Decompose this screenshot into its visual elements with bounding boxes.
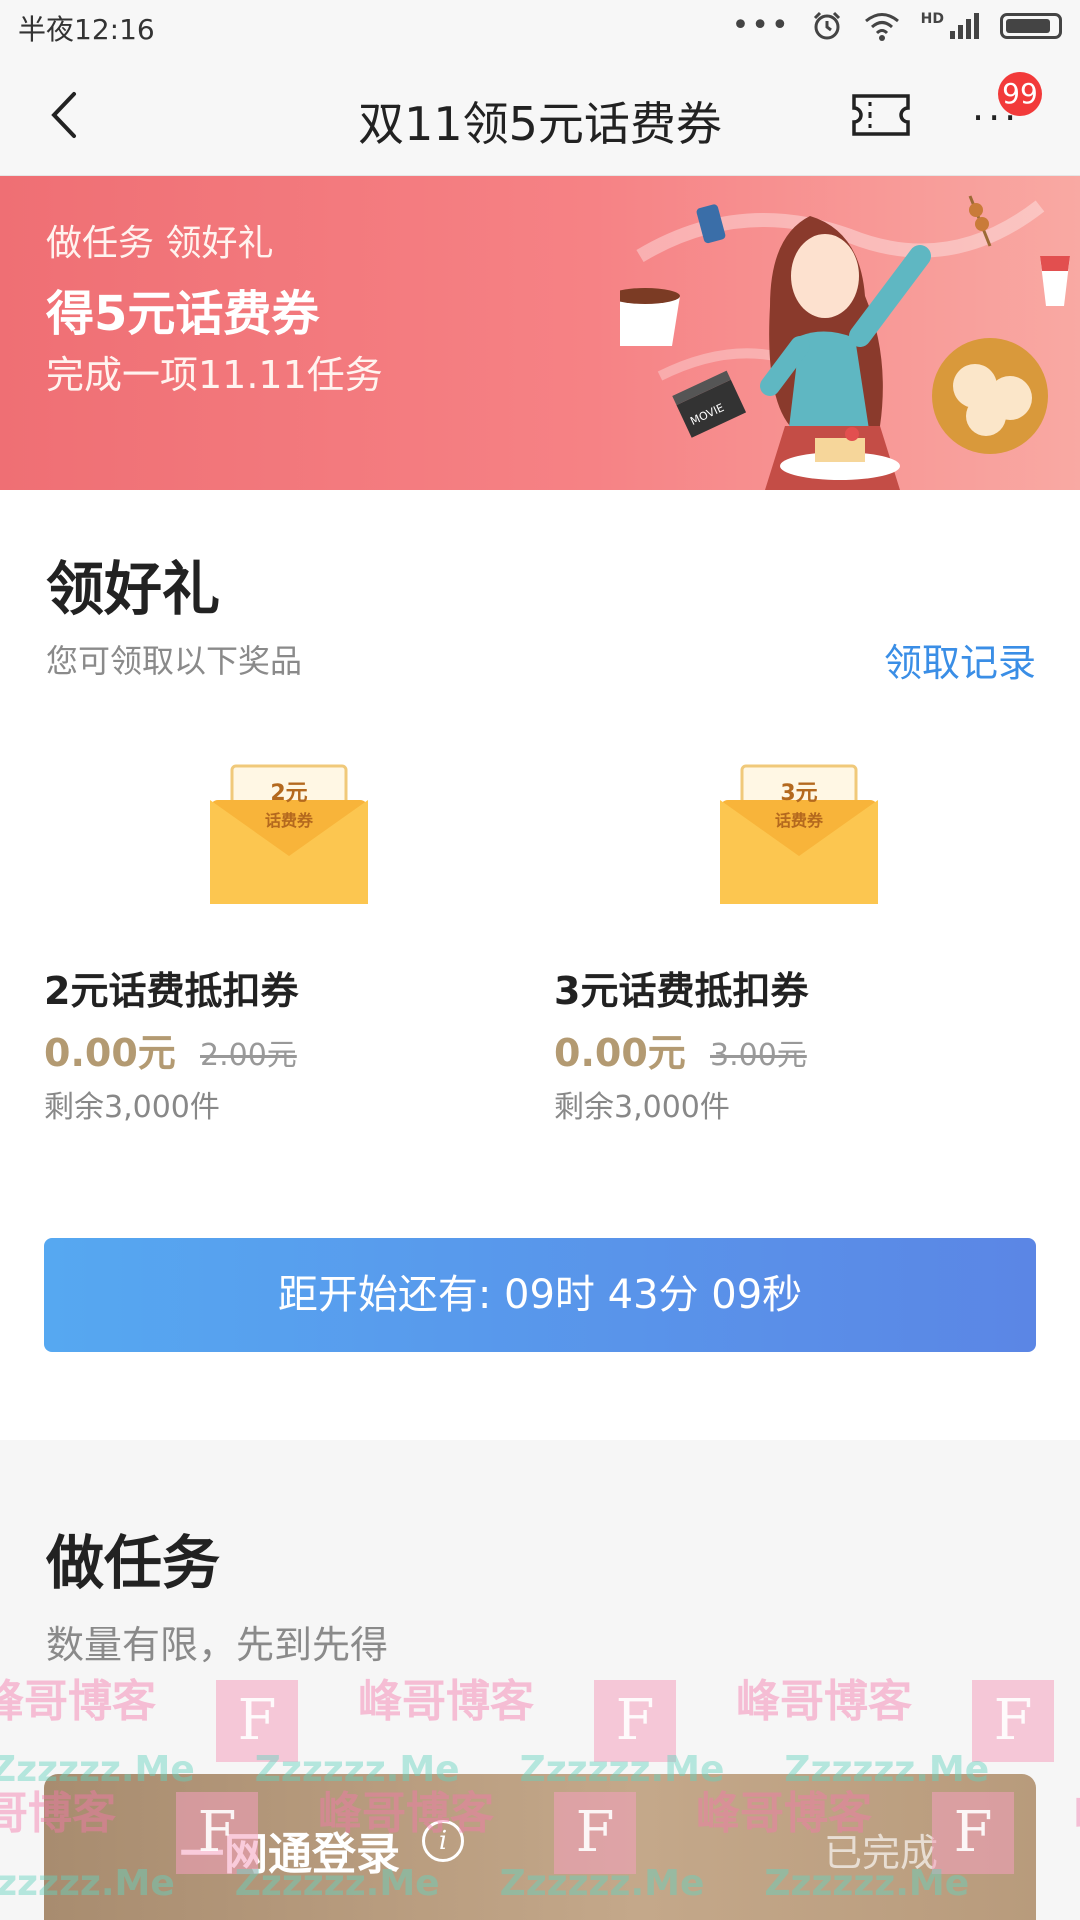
alarm-icon: [813, 11, 840, 40]
gifts-subtitle: 您可领取以下奖品: [46, 642, 303, 680]
status-bar: 半夜12:16 ••• HD: [0, 0, 1080, 56]
page-title: 双11领5元话费券: [358, 97, 722, 151]
ticket-icon[interactable]: [850, 92, 912, 138]
envelope-amount: 2元: [270, 781, 307, 806]
gift-name: 3元话费抵扣券: [554, 969, 809, 1013]
gift-original-price: 3.00元: [710, 1038, 807, 1073]
gift-name: 2元话费抵扣券: [44, 969, 299, 1013]
girl-with-food-illustration: MOVIE: [620, 195, 1070, 490]
tasks-title: 做任务: [46, 1529, 221, 1597]
countdown-button[interactable]: 距开始还有: 09时 43分 09秒: [44, 1238, 1036, 1352]
envelope-label: 话费券: [775, 811, 824, 830]
envelope-label: 话费券: [265, 811, 314, 830]
task-card-login[interactable]: 一网通登录 i 已完成: [44, 1774, 1036, 1920]
info-icon[interactable]: i: [422, 1820, 464, 1862]
tasks-section: 做任务 数量有限，先到先得 一网通登录 i 已完成: [0, 1440, 1080, 1920]
banner-headline: 得5元话费券: [46, 286, 320, 342]
status-time: 半夜12:16: [18, 13, 155, 46]
notification-dots-icon: •••: [731, 8, 791, 43]
gift-original-price: 2.00元: [200, 1038, 297, 1073]
gift-price: 0.00元: [554, 1031, 686, 1075]
claim-records-link[interactable]: 领取记录: [884, 632, 1036, 687]
gift-stock: 剩余3,000件: [44, 1090, 220, 1125]
battery-icon: [1000, 13, 1062, 39]
task-label: 一网通登录: [180, 1829, 400, 1880]
gifts-title: 领好礼: [46, 555, 221, 623]
network-hd-label: HD: [920, 11, 944, 27]
gift-card-3yuan[interactable]: 3元 话费券 3元话费抵扣券 0.00元 3.00元 剩余3,000件: [554, 760, 994, 1160]
nav-bar: 双11领5元话费券 ··· 99: [0, 56, 1080, 176]
signal-icon: [950, 13, 979, 39]
gifts-section: 领好礼 您可领取以下奖品 领取记录 2元 话费券 2元话费抵扣券 0.00元 2…: [0, 490, 1080, 1440]
status-icons: ••• HD: [732, 10, 1062, 42]
gift-card-2yuan[interactable]: 2元 话费券 2元话费抵扣券 0.00元 2.00元 剩余3,000件: [44, 760, 484, 1160]
banner-subline: 完成一项11.11任务: [46, 353, 383, 397]
coupon-envelope-icon: 3元 话费券: [720, 764, 878, 904]
task-status: 已完成: [824, 1831, 939, 1875]
banner-tagline: 做任务 领好礼: [46, 223, 274, 264]
gift-stock: 剩余3,000件: [554, 1090, 730, 1125]
envelope-amount: 3元: [780, 781, 817, 806]
notification-badge: 99: [998, 72, 1042, 116]
wifi-icon: [864, 13, 899, 41]
gift-price: 0.00元: [44, 1031, 176, 1075]
coupon-envelope-icon: 2元 话费券: [210, 764, 368, 904]
promo-banner[interactable]: 做任务 领好礼 得5元话费券 完成一项11.11任务 MOVIE: [0, 176, 1080, 490]
tasks-subtitle: 数量有限，先到先得: [46, 1623, 389, 1667]
